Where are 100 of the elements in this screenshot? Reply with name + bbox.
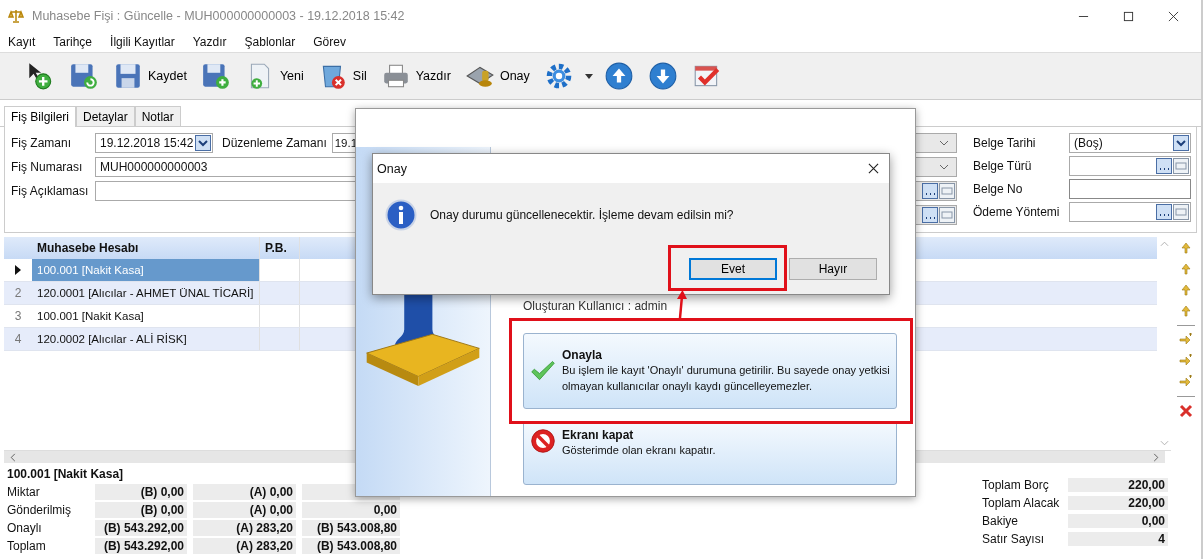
text-field[interactable]: MUH000000000003 xyxy=(95,157,357,177)
value-cell: 0,00 xyxy=(302,502,400,518)
total-value: 4 xyxy=(1068,532,1168,546)
row-label: Toplam xyxy=(7,539,47,553)
annotation-arrow xyxy=(675,290,687,318)
info-value: admin xyxy=(634,299,668,313)
menu-item[interactable]: Kayıt xyxy=(8,35,36,49)
menu-item[interactable]: Tarihçe xyxy=(53,35,93,49)
floppy-icon xyxy=(113,61,143,91)
table-cell: 120.0002 [Alıcılar - ALİ RİSK] xyxy=(32,328,260,350)
save-refresh-icon[interactable] xyxy=(69,61,99,91)
ellipsis-icon[interactable] xyxy=(1156,204,1172,220)
save-add-icon[interactable] xyxy=(200,61,231,91)
dropdown-icon[interactable] xyxy=(1173,135,1189,151)
value-cell: (A) 0,00 xyxy=(193,484,296,500)
lookup-field[interactable] xyxy=(1069,156,1191,176)
yes-button[interactable]: Evet xyxy=(689,258,777,280)
row-label: Miktar xyxy=(7,485,41,499)
column-header[interactable]: P.B. xyxy=(260,237,300,259)
row-move-icon[interactable] xyxy=(1179,262,1193,276)
row-move-icon[interactable] xyxy=(1179,241,1193,255)
menu-item[interactable]: İlgili Kayıtlar xyxy=(110,35,175,49)
row-pointer-icon xyxy=(15,265,21,275)
lookup-field[interactable] xyxy=(1069,202,1191,222)
date-field[interactable]: 19.12.2018 15:42 xyxy=(95,133,213,153)
new-button[interactable]: Yeni xyxy=(241,58,307,94)
dropdown-icon[interactable] xyxy=(195,135,211,151)
row-label: Onaylı xyxy=(7,521,43,535)
chevron-down-icon xyxy=(939,140,949,146)
info-label: Oluşturan Kullanıcı : xyxy=(523,299,632,313)
checkmark-icon xyxy=(530,358,556,384)
value-cell: (B) 543.292,00 xyxy=(95,538,187,554)
scroll-left-icon[interactable] xyxy=(10,452,16,462)
value-cell: (B) 543.008,80 xyxy=(302,538,400,554)
approve-button[interactable]: Onay xyxy=(461,58,533,94)
tab[interactable]: Notlar xyxy=(134,106,181,126)
field-label: Fiş Açıklaması xyxy=(11,184,90,198)
arrow-down-icon[interactable] xyxy=(647,61,678,91)
value-cell: (B) 0,00 xyxy=(95,484,187,500)
delete-icon[interactable] xyxy=(1179,404,1193,418)
field-label: Fiş Numarası xyxy=(11,160,84,174)
caret-icon[interactable] xyxy=(584,73,593,79)
menu-item[interactable]: Şablonlar xyxy=(244,35,296,49)
lookup-field[interactable] xyxy=(915,205,957,225)
row-number: 3 xyxy=(14,309,22,323)
value-cell: (A) 0,00 xyxy=(193,502,296,518)
close-option[interactable]: Ekranı kapat Gösterimde olan ekranı kapatır. xyxy=(523,421,897,485)
no-entry-icon xyxy=(530,428,556,454)
close-icon[interactable] xyxy=(868,163,879,174)
window-title: Muhasebe Fişi : Güncelle - MUH000000000003 - 19.12.2018 15:42 xyxy=(32,9,405,23)
approve-option[interactable]: Onayla Bu işlem ile kayıt 'Onaylı' durumuna getirilir. Bu sayede onay yetkisi olmayan kullanıcılar onaylı kaydı güncelleyemezler. xyxy=(523,333,897,409)
field-label: Belge No xyxy=(973,182,1024,196)
field-label: Fiş Zamanı xyxy=(11,136,72,150)
tab[interactable]: Detaylar xyxy=(76,106,135,126)
field-label: Düzenleme Zamanı xyxy=(222,136,327,150)
delete-button[interactable]: Sil xyxy=(314,58,370,94)
text-field[interactable] xyxy=(95,181,357,201)
total-label: Toplam Borç xyxy=(982,478,1050,492)
lookup-field[interactable] xyxy=(915,181,957,201)
ellipsis-icon[interactable] xyxy=(922,207,938,223)
insert-row-icon[interactable] xyxy=(1179,375,1193,389)
tab[interactable]: Fiş Bilgileri xyxy=(4,106,76,127)
insert-row-icon[interactable] xyxy=(1179,354,1193,368)
insert-row-icon[interactable] xyxy=(1179,333,1193,347)
total-value: 0,00 xyxy=(1068,514,1168,528)
ellipsis-icon[interactable] xyxy=(1156,158,1172,174)
ellipsis-icon[interactable] xyxy=(922,183,938,199)
value-cell: (A) 283,20 xyxy=(193,538,296,554)
value-cell: (A) 283,20 xyxy=(193,520,296,536)
dropdown-field[interactable] xyxy=(915,157,957,177)
total-label: Toplam Alacak xyxy=(982,496,1061,510)
account-title: 100.001 [Nakit Kasa] xyxy=(7,467,125,483)
row-label: Gönderilmiş xyxy=(7,503,73,517)
info-icon xyxy=(385,199,417,231)
dialog-title: Onay xyxy=(377,161,407,176)
dialog-message: Onay durumu güncellenecektir. İşleme devam edilsin mi? xyxy=(430,208,734,222)
text-field[interactable] xyxy=(1069,179,1191,199)
value-cell: (B) 543.008,80 xyxy=(302,520,400,536)
total-value: 220,00 xyxy=(1068,496,1168,510)
chevron-down-icon xyxy=(939,164,949,170)
maximize-icon[interactable] xyxy=(1123,10,1134,22)
value-cell: (B) 0,00 xyxy=(95,502,187,518)
row-move-icon[interactable] xyxy=(1179,283,1193,297)
dropdown-field[interactable] xyxy=(915,133,957,153)
no-button[interactable]: Hayır xyxy=(789,258,877,280)
table-cell: 120.0001 [Alıcılar - AHMET ÜNAL TİCARİ] xyxy=(32,282,260,304)
print-button[interactable]: Yazdır xyxy=(377,58,454,94)
table-cell: 100.001 [Nakit Kasa] xyxy=(32,305,260,327)
date-field[interactable]: (Boş) xyxy=(1069,133,1191,153)
field-label: Ödeme Yöntemi xyxy=(973,205,1061,219)
row-move-icon[interactable] xyxy=(1179,304,1193,318)
menu-item[interactable]: Yazdır xyxy=(192,35,227,49)
scroll-right-icon[interactable] xyxy=(1153,452,1159,462)
scales-icon xyxy=(8,8,24,24)
total-label: Satır Sayısı xyxy=(982,532,1046,546)
total-value: 220,00 xyxy=(1068,478,1168,492)
menu-item[interactable]: Görev xyxy=(313,35,346,49)
arrow-up-icon[interactable] xyxy=(603,61,634,91)
save-button[interactable]: Kaydet xyxy=(110,58,190,94)
close-icon[interactable] xyxy=(1168,10,1179,22)
